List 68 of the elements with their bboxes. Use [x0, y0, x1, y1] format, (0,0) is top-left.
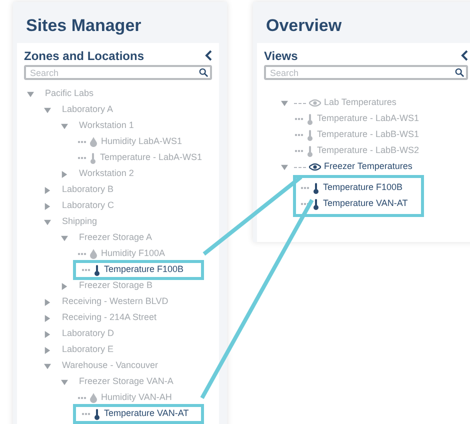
caret-down-icon[interactable]: [44, 106, 51, 114]
tree-item-label[interactable]: Humidity VAN-AH: [101, 391, 172, 405]
tree-item-label[interactable]: Humidity LabA-WS1: [101, 135, 182, 149]
caret-down-icon[interactable]: [44, 218, 51, 226]
tree-item-label[interactable]: Temperature - LabA-WS1: [100, 151, 202, 165]
thermometer-icon: [313, 182, 319, 194]
tree-item-label[interactable]: Humidity F100A: [101, 247, 166, 261]
caret-right-icon[interactable]: [61, 170, 68, 178]
tree-item-label[interactable]: Temperature VAN-AT: [323, 197, 408, 211]
caret-right-icon[interactable]: [44, 330, 51, 338]
search-field[interactable]: Search: [264, 65, 468, 80]
tree-item-label[interactable]: Shipping: [62, 215, 98, 229]
caret-down-icon[interactable]: [61, 234, 68, 242]
search-field[interactable]: Search: [24, 65, 212, 80]
caret-down-icon[interactable]: [44, 362, 51, 370]
tree-item-label[interactable]: Laboratory B: [62, 183, 114, 197]
tree-item-label[interactable]: Warehouse - Vancouver: [62, 359, 158, 373]
tree-item-label[interactable]: Temperature F100B: [323, 181, 403, 195]
card-title: Zones and Locations: [24, 48, 144, 64]
caret-down-icon[interactable]: [61, 122, 68, 130]
tree-item-label[interactable]: Lab Temperatures: [324, 96, 396, 110]
thermometer-icon: [307, 130, 313, 140]
droplet-icon: [90, 393, 97, 403]
thermometer-icon: [94, 408, 100, 420]
search-icon[interactable]: [199, 68, 208, 77]
search-icon[interactable]: [455, 68, 464, 77]
thermometer-icon: [90, 152, 96, 164]
tree-item-label[interactable]: Laboratory E: [62, 343, 114, 357]
tree-item-label[interactable]: Temperature - LabA-WS1: [317, 112, 420, 126]
droplet-icon: [90, 249, 97, 259]
caret-right-icon[interactable]: [44, 346, 51, 354]
caret-right-icon[interactable]: [44, 186, 51, 194]
tree-item-label[interactable]: Receiving - 214A Street: [62, 311, 157, 325]
tree-item-label[interactable]: Temperature - LabB-WS2: [317, 144, 420, 158]
caret-down-icon[interactable]: [61, 378, 68, 386]
tree-item-label[interactable]: Pacific Labs: [45, 87, 94, 101]
tree-item-label[interactable]: Receiving - Western BLVD: [62, 295, 168, 309]
caret-right-icon[interactable]: [44, 298, 51, 306]
caret-down-icon[interactable]: [27, 90, 34, 98]
caret-down-icon[interactable]: [281, 100, 288, 106]
thermometer-icon: [307, 114, 313, 124]
caret-right-icon[interactable]: [44, 314, 51, 322]
tree-item-label[interactable]: Laboratory A: [62, 103, 114, 117]
tree-item-label[interactable]: Freezer Storage B: [79, 279, 153, 293]
tree-item-label[interactable]: Freezer Temperatures: [324, 160, 412, 174]
tree-item-label[interactable]: Freezer Storage VAN-A: [79, 375, 174, 389]
tree-item-label[interactable]: Temperature VAN-AT: [104, 407, 189, 421]
eye-icon: [309, 99, 321, 107]
chevron-left-icon[interactable]: [205, 50, 212, 61]
tree-item-label[interactable]: Temperature - LabB-WS1: [317, 128, 420, 142]
caret-right-icon[interactable]: [61, 282, 68, 290]
tree-item-label[interactable]: Freezer Storage A: [79, 231, 152, 245]
tree-item-label[interactable]: Workstation 1: [79, 119, 134, 133]
thermometer-icon: [313, 198, 319, 210]
droplet-icon: [90, 137, 97, 147]
card-title: Views: [264, 48, 298, 64]
tree-item-label[interactable]: Workstation 2: [79, 167, 134, 181]
caret-down-icon[interactable]: [281, 164, 288, 170]
tree-item-label[interactable]: Laboratory D: [62, 327, 114, 341]
thermometer-icon: [307, 146, 313, 156]
chevron-left-icon[interactable]: [461, 50, 468, 61]
panel-title: Overview: [265, 15, 343, 37]
eye-icon: [309, 163, 321, 171]
caret-right-icon[interactable]: [44, 202, 51, 210]
thermometer-icon: [94, 264, 100, 276]
panel-title: Sites Manager: [25, 15, 142, 37]
tree-item-label[interactable]: Temperature F100B: [104, 263, 184, 277]
tree-item-label[interactable]: Laboratory C: [62, 199, 114, 213]
